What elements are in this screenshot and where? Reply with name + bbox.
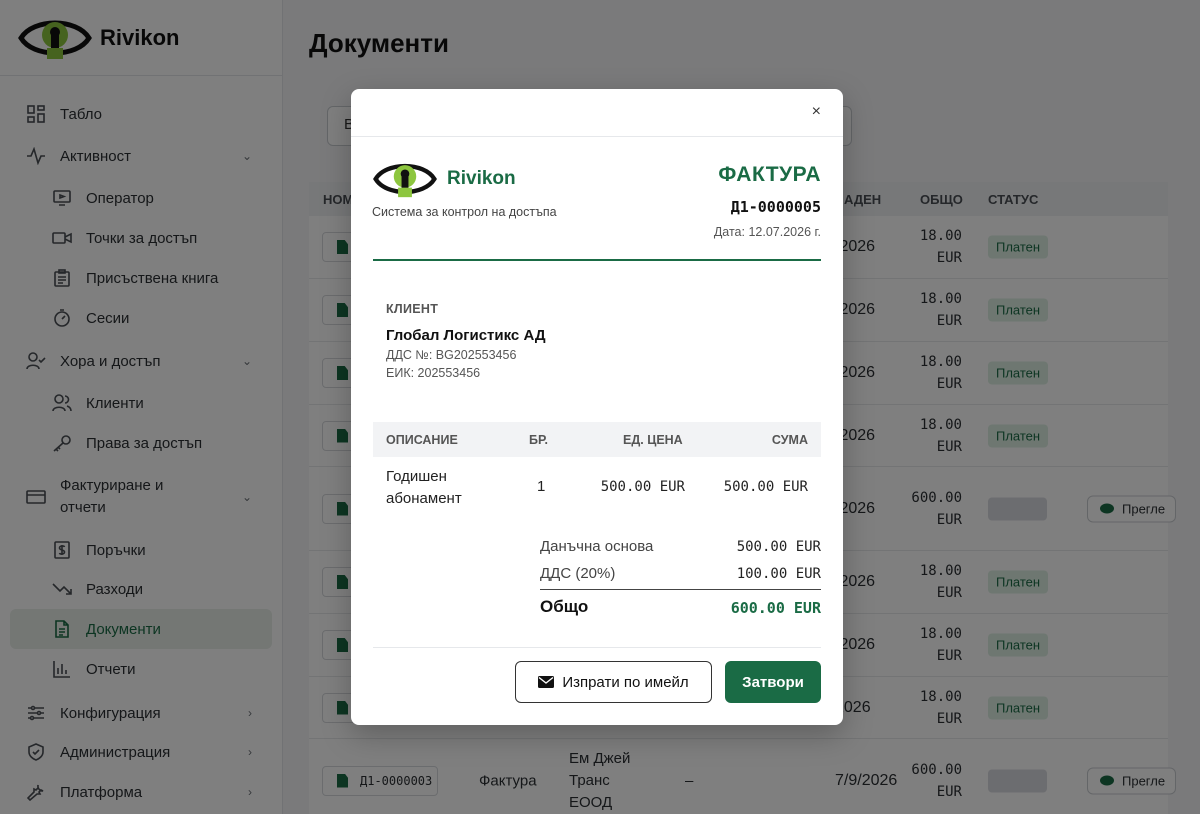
column-unit-price: ЕД. ЦЕНА (623, 433, 683, 447)
tax-base-value: 500.00 EUR (736, 539, 821, 555)
invoice-title: ФАКТУРА (718, 163, 821, 186)
column-sum: СУМА (771, 433, 808, 447)
divider (540, 589, 821, 590)
tax-base-label: Данъчна основа (540, 538, 654, 555)
client-name: Глобал Логистикс АД (386, 327, 546, 344)
envelope-icon (538, 676, 555, 688)
total-label: Общо (540, 597, 589, 616)
invoice-date: Дата: 12.07.2026 г. (713, 225, 821, 239)
item-quantity: 1 (537, 478, 546, 495)
close-icon[interactable]: × (812, 103, 821, 121)
total-value: 600.00 EUR (730, 599, 821, 617)
column-description: ОПИСАНИЕ (386, 433, 458, 447)
invoice-brand-name: Rivikon (447, 168, 516, 189)
invoice-logo: Rivikon (373, 159, 516, 199)
column-quantity: БР. (529, 433, 548, 447)
modal-header: × (351, 89, 843, 137)
eye-logo-icon (373, 164, 437, 198)
item-unit-price: 500.00 EUR (600, 479, 685, 495)
invoice-modal: × Rivikon Система за контрол на достъпа … (351, 89, 843, 725)
client-eik: ЕИК: 202553456 (386, 366, 481, 380)
items-header: ОПИСАНИЕ БР. ЕД. ЦЕНА СУМА (373, 422, 821, 457)
vat-value: 100.00 EUR (736, 566, 821, 582)
item-sum: 500.00 EUR (723, 479, 808, 495)
send-email-label: Изпрати по имейл (562, 673, 689, 691)
client-label: КЛИЕНТ (386, 302, 439, 316)
client-vat: ДДС №: BG202553456 (386, 348, 517, 362)
vat-label: ДДС (20%) (540, 565, 616, 582)
invoice-number: Д1-0000005 (730, 198, 821, 216)
modal-footer-divider (373, 647, 821, 648)
close-button[interactable]: Затвори (725, 661, 821, 703)
invoice-tagline: Система за контрол на достъпа (372, 205, 557, 219)
item-description: Годишен абонамент (386, 468, 462, 507)
send-email-button[interactable]: Изпрати по имейл (515, 661, 712, 703)
divider (373, 259, 821, 261)
